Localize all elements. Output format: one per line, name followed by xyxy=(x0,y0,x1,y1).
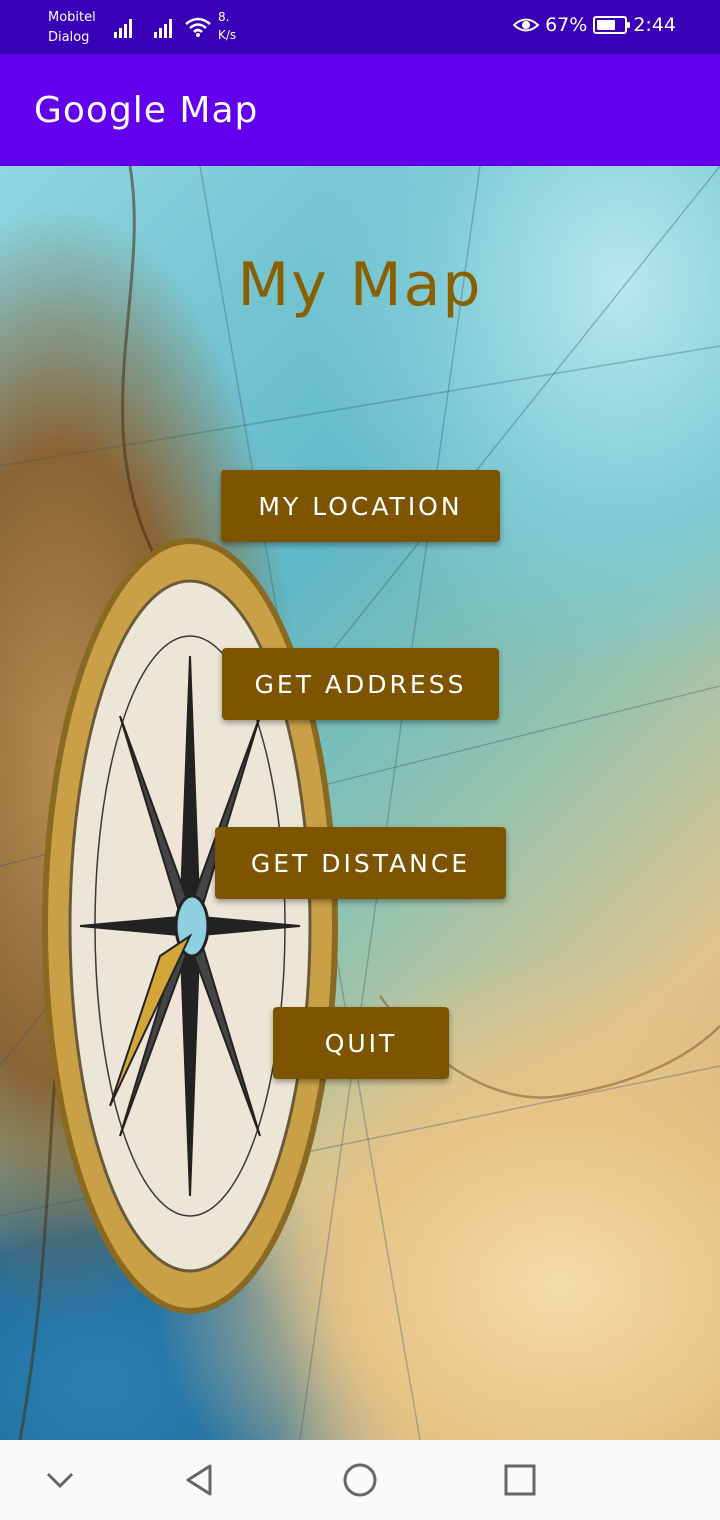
signal-icon xyxy=(154,19,172,38)
get-address-label: GET ADDRESS xyxy=(254,669,467,699)
map-background: My Map MY LOCATION GET ADDRESS GET DISTA… xyxy=(0,166,720,1440)
battery-icon xyxy=(593,16,631,34)
wifi-icon xyxy=(185,17,211,37)
signal-icon xyxy=(114,19,132,38)
back-icon[interactable] xyxy=(180,1460,220,1500)
eye-icon xyxy=(513,18,540,32)
carrier-name-1: Mobitel xyxy=(48,10,96,25)
page-title: My Map xyxy=(237,250,483,320)
quit-button[interactable]: QUIT xyxy=(273,1007,449,1079)
status-bar: Mobitel Dialog 8. K/s 67% 2:44 xyxy=(0,0,720,54)
speed-value: 8. xyxy=(218,10,230,24)
carrier-name-2: Dialog xyxy=(48,30,90,45)
chevron-down-icon[interactable] xyxy=(40,1460,80,1500)
home-icon[interactable] xyxy=(340,1460,380,1500)
carrier-info: Mobitel Dialog xyxy=(48,8,96,48)
app-bar: Google Map xyxy=(0,54,720,166)
navigation-bar xyxy=(0,1440,720,1520)
quit-label: QUIT xyxy=(324,1028,398,1058)
battery-level xyxy=(597,20,615,30)
my-location-label: MY LOCATION xyxy=(258,491,463,521)
clock: 2:44 xyxy=(633,14,676,36)
get-distance-button[interactable]: GET DISTANCE xyxy=(215,827,506,899)
my-location-button[interactable]: MY LOCATION xyxy=(221,470,500,542)
speed-unit: K/s xyxy=(218,28,237,42)
battery-percent: 67% xyxy=(545,14,588,36)
app-title: Google Map xyxy=(34,90,259,131)
network-speed: 8. K/s xyxy=(218,8,236,44)
status-right: 67% 2:44 xyxy=(513,14,676,36)
get-address-button[interactable]: GET ADDRESS xyxy=(222,648,499,720)
get-distance-label: GET DISTANCE xyxy=(250,848,471,878)
recents-icon[interactable] xyxy=(500,1460,540,1500)
